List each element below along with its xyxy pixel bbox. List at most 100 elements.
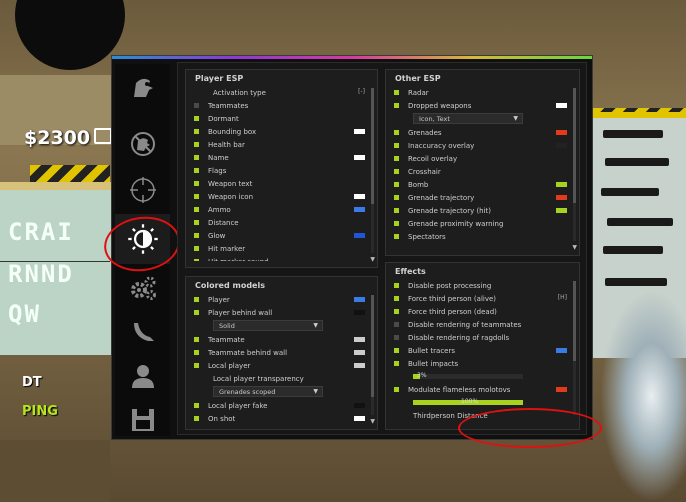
checkbox[interactable] [194,337,199,342]
color-swatch[interactable] [556,143,567,148]
checkbox[interactable] [394,208,399,213]
option-row[interactable]: Bullet impacts [394,357,567,370]
color-swatch[interactable] [354,233,365,238]
checkbox[interactable] [194,310,199,315]
checkbox[interactable] [194,350,199,355]
tab-config[interactable] [115,400,170,440]
checkbox[interactable] [394,182,399,187]
option-row[interactable]: Grenade trajectory (hit) [394,204,567,217]
option-row[interactable]: Grenades [394,126,567,139]
color-swatch[interactable] [354,155,365,160]
option-row[interactable]: Ammo [194,203,365,216]
option-row[interactable]: On shot [194,412,365,423]
option-row[interactable]: Local player [194,359,365,372]
dropped-weapons-dropdown[interactable]: Icon, Text ▼ [413,113,523,124]
color-swatch[interactable] [354,350,365,355]
option-row[interactable]: Grenade proximity warning [394,217,567,230]
checkbox[interactable] [394,387,399,392]
color-swatch[interactable] [354,416,365,421]
tab-ragebot[interactable] [115,68,170,108]
checkbox[interactable] [194,116,199,121]
keybind-hint[interactable]: [-] [358,88,365,95]
tab-skins[interactable] [115,312,170,352]
checkbox[interactable] [394,361,399,366]
scrollbar[interactable] [573,88,576,241]
scroll-down-icon[interactable]: ▼ [370,256,375,263]
option-row[interactable]: Recoil overlay [394,152,567,165]
option-row[interactable]: Player behind wall [194,306,365,319]
option-row[interactable]: Teammate behind wall [194,346,365,359]
scroll-down-icon[interactable]: ▼ [572,244,577,251]
option-row[interactable]: Flags [194,164,365,177]
scroll-down-icon[interactable]: ▼ [370,418,375,425]
modulate-molotov-row[interactable]: Modulate flameless molotovs [394,383,567,396]
checkbox[interactable] [394,143,399,148]
checkbox[interactable] [394,156,399,161]
color-swatch[interactable] [354,403,365,408]
option-row[interactable]: Name [194,151,365,164]
checkbox[interactable] [194,168,199,173]
color-swatch[interactable] [354,194,365,199]
activation-type-row[interactable]: Activation type [-] [194,86,365,99]
keybind-hint[interactable]: [H] [558,294,567,301]
option-row[interactable]: Force third person (dead) [394,305,567,318]
option-row[interactable]: Bounding box [194,125,365,138]
scrollbar-thumb[interactable] [573,281,576,362]
checkbox[interactable] [394,169,399,174]
color-swatch[interactable] [556,387,567,392]
checkbox[interactable] [394,322,399,327]
checkbox[interactable] [194,297,199,302]
molotov-alpha-slider[interactable]: 100% [413,398,523,405]
checkbox[interactable] [194,142,199,147]
checkbox[interactable] [194,129,199,134]
color-swatch[interactable] [556,208,567,213]
color-swatch[interactable] [556,182,567,187]
option-row[interactable]: Weapon text [194,177,365,190]
checkbox[interactable] [394,221,399,226]
option-row[interactable]: Force third person (alive) [H] [394,292,567,305]
checkbox[interactable] [194,363,199,368]
color-swatch[interactable] [354,129,365,134]
option-row[interactable]: Spectators [394,230,567,243]
checkbox[interactable] [394,335,399,340]
color-swatch[interactable] [354,310,365,315]
option-row[interactable]: Bomb [394,178,567,191]
transparency-dropdown[interactable]: Grenades scoped ▼ [213,386,323,397]
scrollbar[interactable] [573,281,576,415]
option-row[interactable]: Hit marker [194,242,365,255]
option-row[interactable]: Dropped weapons [394,99,567,112]
color-swatch[interactable] [556,195,567,200]
checkbox[interactable] [394,130,399,135]
option-row[interactable]: Disable post processing [394,279,567,292]
checkbox[interactable] [394,234,399,239]
option-row[interactable]: Teammates [194,99,365,112]
color-swatch[interactable] [556,348,567,353]
tab-legitbot[interactable] [115,170,170,210]
checkbox[interactable] [394,103,399,108]
option-row[interactable]: Radar [394,86,567,99]
checkbox[interactable] [194,220,199,225]
color-swatch[interactable] [556,130,567,135]
tab-players[interactable] [115,356,170,396]
checkbox[interactable] [394,283,399,288]
option-row[interactable]: Distance [194,216,365,229]
scrollbar[interactable] [371,88,374,253]
option-row[interactable]: Teammate [194,333,365,346]
bullet-impacts-slider[interactable]: 3% [413,372,523,379]
checkbox[interactable] [194,181,199,186]
checkbox[interactable] [194,155,199,160]
checkbox[interactable] [394,348,399,353]
option-row[interactable]: Health bar [194,138,365,151]
option-row[interactable]: Hit marker sound [194,255,365,261]
scrollbar-thumb[interactable] [371,88,374,204]
option-row[interactable]: Local player fake [194,399,365,412]
option-row[interactable]: Player [194,293,365,306]
tab-anti-aim[interactable] [115,124,170,164]
color-swatch[interactable] [556,103,567,108]
option-row[interactable]: Glow [194,229,365,242]
color-swatch[interactable] [354,337,365,342]
color-swatch[interactable] [354,363,365,368]
checkbox[interactable] [194,207,199,212]
checkbox[interactable] [394,296,399,301]
color-swatch[interactable] [354,207,365,212]
